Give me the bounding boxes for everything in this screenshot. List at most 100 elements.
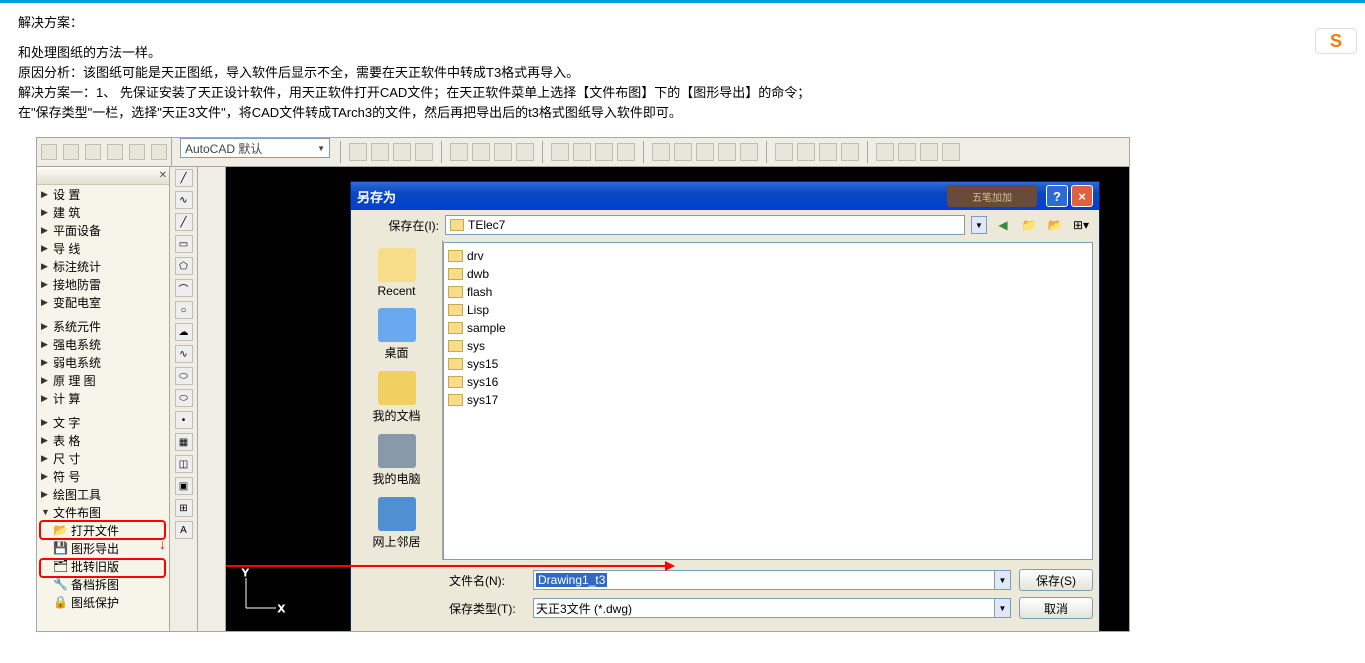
file-item[interactable]: sample — [448, 319, 1088, 337]
menu-item[interactable]: ▶文 字 — [37, 413, 169, 431]
file-item[interactable]: sys17 — [448, 391, 1088, 409]
menu-item[interactable]: ▶计 算 — [37, 389, 169, 407]
spline-icon[interactable]: ∿ — [175, 345, 193, 363]
tool-icon[interactable] — [472, 143, 490, 161]
file-item[interactable]: sys15 — [448, 355, 1088, 373]
menu-item[interactable]: ▶设 置 — [37, 185, 169, 203]
tool-icon[interactable] — [349, 143, 367, 161]
place-item[interactable]: 我的文档 — [355, 367, 439, 428]
point-icon[interactable]: • — [175, 411, 193, 429]
tool-icon[interactable] — [107, 144, 123, 160]
ray-icon[interactable]: ╱ — [175, 213, 193, 231]
tool-icon[interactable] — [876, 143, 894, 161]
rect-icon[interactable]: ▭ — [175, 235, 193, 253]
tool-icon[interactable] — [797, 143, 815, 161]
place-item[interactable]: 桌面 — [355, 304, 439, 365]
menu-item[interactable]: ▼文件布图 — [37, 503, 169, 521]
menu-item[interactable]: ▶强电系统 — [37, 335, 169, 353]
tool-icon[interactable] — [551, 143, 569, 161]
menu-item[interactable]: 💾图形导出 — [37, 539, 169, 557]
tool-icon[interactable] — [696, 143, 714, 161]
ellipse-icon[interactable]: ⬭ — [175, 367, 193, 385]
view-icon[interactable]: ⊞▾ — [1071, 215, 1091, 235]
cancel-button[interactable]: 取消 — [1019, 597, 1093, 619]
gradient-icon[interactable]: ◫ — [175, 455, 193, 473]
help-button[interactable]: ? — [1046, 185, 1068, 207]
menu-item[interactable]: ▶接地防雷 — [37, 275, 169, 293]
menu-item[interactable]: ▶表 格 — [37, 431, 169, 449]
ellipse-arc-icon[interactable]: ⬭ — [175, 389, 193, 407]
hatch-icon[interactable]: ▦ — [175, 433, 193, 451]
save-in-combo[interactable]: TElec7 — [445, 215, 965, 235]
tool-icon[interactable] — [920, 143, 938, 161]
place-item[interactable]: 我的电脑 — [355, 430, 439, 491]
menu-item[interactable]: 📂打开文件 — [37, 521, 169, 539]
menu-item[interactable]: 🔧备档拆图 — [37, 575, 169, 593]
tool-icon[interactable] — [652, 143, 670, 161]
dropdown-icon[interactable]: ▼ — [971, 216, 987, 234]
tool-icon[interactable] — [942, 143, 960, 161]
tool-icon[interactable] — [718, 143, 736, 161]
place-item[interactable]: Recent — [355, 244, 439, 302]
tool-icon[interactable] — [516, 143, 534, 161]
tool-icon[interactable] — [775, 143, 793, 161]
file-item[interactable]: drv — [448, 247, 1088, 265]
tool-icon[interactable] — [415, 143, 433, 161]
dialog-titlebar[interactable]: 另存为 五笔加加 ? × — [351, 182, 1099, 210]
tool-icon[interactable] — [393, 143, 411, 161]
file-item[interactable]: dwb — [448, 265, 1088, 283]
up-icon[interactable]: 📁 — [1019, 215, 1039, 235]
drawing-canvas[interactable]: YX 另存为 五笔加加 ? × 保存在(I): TElec7 ▼ ◀ — [226, 167, 1129, 631]
file-list[interactable]: drvdwbflashLispsamplesyssys15sys16sys17 — [443, 242, 1093, 560]
tool-icon[interactable] — [494, 143, 512, 161]
dropdown-icon[interactable]: ▼ — [995, 570, 1011, 590]
polyline-icon[interactable]: ∿ — [175, 191, 193, 209]
circle-icon[interactable]: ○ — [175, 301, 193, 319]
file-item[interactable]: Lisp — [448, 301, 1088, 319]
menu-item[interactable]: ▶绘图工具 — [37, 485, 169, 503]
tool-icon[interactable] — [841, 143, 859, 161]
dropdown-icon[interactable]: ▼ — [995, 598, 1011, 618]
region-icon[interactable]: ▣ — [175, 477, 193, 495]
menu-item[interactable]: ▶系统元件 — [37, 317, 169, 335]
tool-icon[interactable] — [85, 144, 101, 160]
line-icon[interactable]: ╱ — [175, 169, 193, 187]
menu-item[interactable]: ▶建 筑 — [37, 203, 169, 221]
file-item[interactable]: sys — [448, 337, 1088, 355]
tool-icon[interactable] — [450, 143, 468, 161]
save-button[interactable]: 保存(S) — [1019, 569, 1093, 591]
tool-icon[interactable] — [819, 143, 837, 161]
menu-item[interactable]: ▶平面设备 — [37, 221, 169, 239]
tool-icon[interactable] — [617, 143, 635, 161]
menu-item[interactable]: ▶导 线 — [37, 239, 169, 257]
tool-icon[interactable] — [151, 144, 167, 160]
menu-item[interactable]: ▶原 理 图 — [37, 371, 169, 389]
arc-icon[interactable]: ⌒ — [175, 279, 193, 297]
menu-item[interactable]: 🗂批转旧版 — [37, 557, 169, 575]
tool-icon[interactable] — [740, 143, 758, 161]
close-icon[interactable]: ✕ — [159, 170, 167, 181]
style-dropdown[interactable]: AutoCAD 默认 ▼ — [180, 138, 330, 158]
menu-item[interactable]: ▶尺 寸 — [37, 449, 169, 467]
cloud-icon[interactable]: ☁ — [175, 323, 193, 341]
filename-input[interactable]: Drawing1_t3 — [533, 570, 995, 590]
text-icon[interactable]: A — [175, 521, 193, 539]
table-icon[interactable]: ⊞ — [175, 499, 193, 517]
close-button[interactable]: × — [1071, 185, 1093, 207]
menu-item[interactable]: ▶符 号 — [37, 467, 169, 485]
file-item[interactable]: sys16 — [448, 373, 1088, 391]
menu-item[interactable]: ▶弱电系统 — [37, 353, 169, 371]
polygon-icon[interactable]: ⬠ — [175, 257, 193, 275]
tool-icon[interactable] — [129, 144, 145, 160]
tool-icon[interactable] — [371, 143, 389, 161]
filetype-combo[interactable]: 天正3文件 (*.dwg) — [533, 598, 995, 618]
tool-icon[interactable] — [898, 143, 916, 161]
tool-icon[interactable] — [674, 143, 692, 161]
menu-item[interactable]: 🔒图纸保护 — [37, 593, 169, 611]
place-item[interactable]: 网上邻居 — [355, 493, 439, 554]
tool-icon[interactable] — [63, 144, 79, 160]
file-item[interactable]: flash — [448, 283, 1088, 301]
back-icon[interactable]: ◀ — [993, 215, 1013, 235]
menu-item[interactable]: ▶标注统计 — [37, 257, 169, 275]
newfolder-icon[interactable]: 📂 — [1045, 215, 1065, 235]
